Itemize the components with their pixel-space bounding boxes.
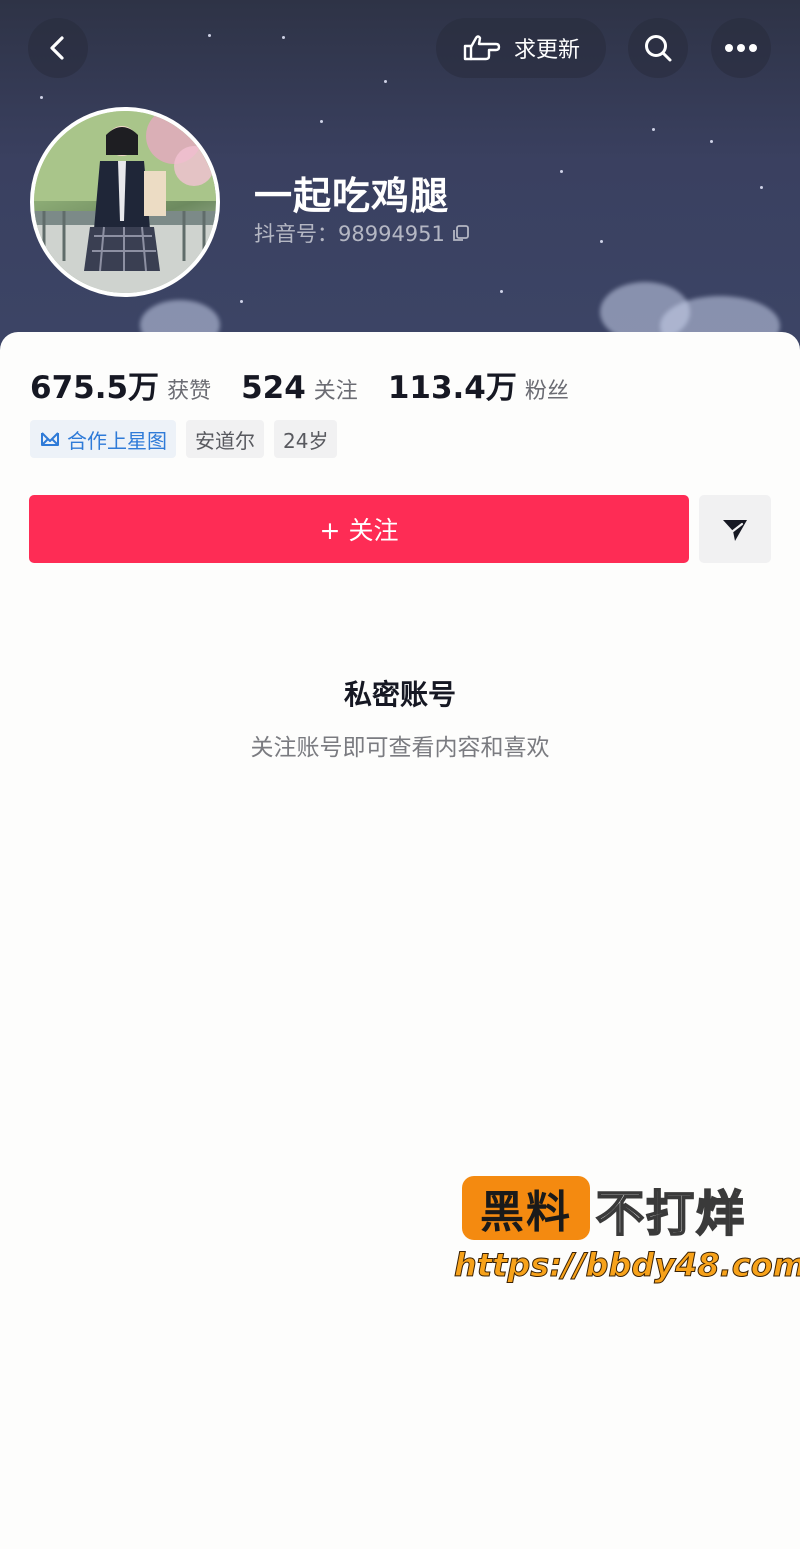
stat-label: 粉丝 [524,379,569,404]
star-decoration [652,128,655,131]
watermark-brand-box: 黑料 [462,1176,590,1240]
stat-value: 524 [241,370,306,406]
search-button[interactable] [628,18,688,78]
watermark-url: https://bbdy48.com [453,1246,800,1285]
follow-button[interactable]: + 关注 [29,495,689,563]
tag-label: 合作上星图 [67,428,167,453]
watermark-brand-text: 不打烊 [595,1185,747,1243]
search-icon [645,35,672,62]
follow-label: + 关注 [319,516,399,545]
copy-icon[interactable] [451,223,471,243]
xingtu-icon [41,432,59,446]
more-button[interactable] [711,18,771,78]
pointing-hand-icon [463,35,501,61]
more-dots-icon [725,44,757,52]
stat-followers[interactable]: 113.4万 粉丝 [388,362,569,407]
star-decoration [600,240,603,243]
star-decoration [320,120,323,123]
stat-following[interactable]: 524 关注 [241,370,358,406]
star-decoration [710,140,713,143]
request-update-label: 求更新 [513,38,580,63]
send-icon [723,520,747,541]
star-decoration [40,96,43,99]
stats-row: 675.5万 获赞 524 关注 113.4万 粉丝 [30,362,599,407]
star-decoration [384,80,387,83]
tag-label: 安道尔 [195,428,255,453]
avatar[interactable] [30,107,220,297]
tag-location: 安道尔 [186,420,264,458]
stat-value: 675.5万 [30,370,160,406]
nickname: 一起吃鸡腿 [254,174,450,218]
watermark: 黑料 不打烊 https://bbdy48.com [453,1172,800,1292]
tag-xingtu[interactable]: 合作上星图 [30,420,176,458]
stat-value: 113.4万 [387,370,517,406]
tag-label: 24岁 [283,428,329,453]
profile-card: 675.5万 获赞 524 关注 113.4万 粉丝 合作上星图 安道尔 24岁… [0,332,800,1549]
star-decoration [208,34,211,37]
back-button[interactable] [28,18,88,78]
star-decoration [240,300,243,303]
star-decoration [282,36,285,39]
avatar-image [34,111,216,293]
douyin-id-text: 抖音号：98994951 [254,222,445,246]
star-decoration [500,290,503,293]
tag-age: 24岁 [274,420,338,458]
stat-label: 获赞 [167,379,212,404]
chevron-left-icon [50,36,64,60]
private-account-subtitle: 关注账号即可查看内容和喜欢 [250,735,550,761]
star-decoration [760,186,763,189]
stat-likes[interactable]: 675.5万 获赞 [30,362,211,407]
private-account-title: 私密账号 [343,678,456,711]
star-decoration [560,170,563,173]
douyin-id[interactable]: 抖音号：98994951 [254,218,471,248]
share-button[interactable] [699,495,771,563]
request-update-button[interactable]: 求更新 [436,18,606,78]
profile-tags: 合作上星图 安道尔 24岁 [30,420,338,458]
stat-label: 关注 [313,379,358,404]
